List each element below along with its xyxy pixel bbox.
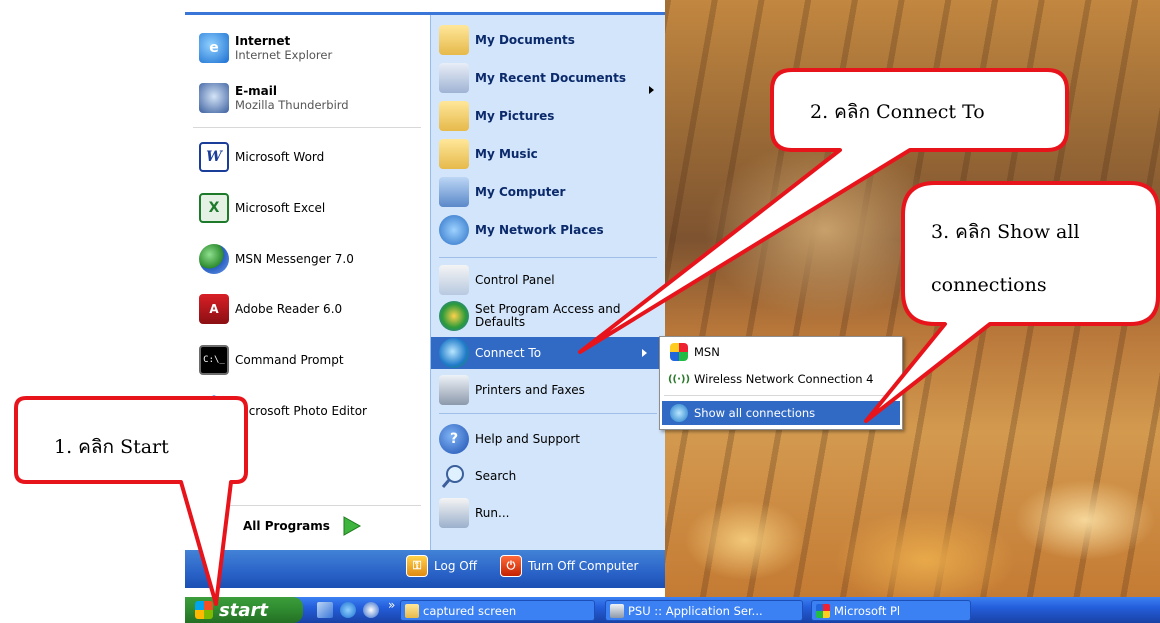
callout-step3-text-line2: connections: [931, 274, 1047, 296]
callout-step2-text: 2. คลิก Connect To: [810, 101, 985, 123]
callout-step3-text-line1: 3. คลิก Show all: [931, 221, 1080, 243]
callout-step1-text: 1. คลิก Start: [54, 436, 169, 458]
callout-start-bubble: [14, 396, 248, 606]
callout-overlay: [14, 68, 1160, 606]
